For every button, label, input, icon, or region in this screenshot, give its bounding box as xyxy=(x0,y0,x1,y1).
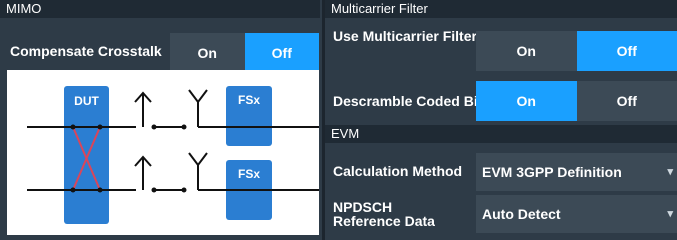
descramble-coded-bits-toggle[interactable]: On Off xyxy=(476,81,677,121)
use-multicarrier-filter-off-option[interactable]: Off xyxy=(576,31,677,71)
mimo-diagram-svg: DUT FSx FSx xyxy=(27,86,319,224)
antenna-top-head xyxy=(188,89,208,104)
use-multicarrier-filter-on-option[interactable]: On xyxy=(476,31,577,71)
npdsch-label-line2: Reference Data xyxy=(333,213,435,229)
chevron-down-icon: ▾ xyxy=(667,166,673,178)
compensate-crosstalk-off-option[interactable]: Off xyxy=(244,33,319,73)
multicarrier-header-label: Multicarrier Filter xyxy=(331,1,428,16)
evm-panel-header: EVM xyxy=(325,125,677,143)
antenna-bottom-head xyxy=(188,152,208,167)
descramble-coded-bits-label: Descramble Coded Bits xyxy=(333,93,491,109)
panel-divider xyxy=(322,0,325,240)
node-top-1 xyxy=(70,124,76,130)
switch-dot-top-2 xyxy=(181,124,187,130)
use-multicarrier-filter-label: Use Multicarrier Filter xyxy=(333,28,477,44)
npdsch-reference-data-dropdown[interactable]: Auto Detect ▾ xyxy=(476,195,677,233)
dut-label: DUT xyxy=(74,94,99,108)
compensate-crosstalk-label: Compensate Crosstalk xyxy=(10,43,162,59)
mimo-panel-header: MIMO xyxy=(0,0,320,18)
compensate-crosstalk-toggle[interactable]: On Off xyxy=(170,33,319,73)
mimo-crosstalk-diagram: DUT FSx FSx xyxy=(7,70,319,235)
calculation-method-label: Calculation Method xyxy=(333,163,463,179)
evm-header-label: EVM xyxy=(331,126,360,141)
use-multicarrier-filter-toggle[interactable]: On Off xyxy=(476,31,677,71)
chevron-down-icon: ▾ xyxy=(667,208,673,220)
fsx-label-2: FSx xyxy=(238,167,260,181)
descramble-coded-bits-off-option[interactable]: Off xyxy=(576,81,677,121)
calculation-method-value: EVM 3GPP Definition xyxy=(482,164,622,180)
npdsch-reference-data-label: NPDSCH Reference Data xyxy=(333,200,435,228)
calculation-method-dropdown[interactable]: EVM 3GPP Definition ▾ xyxy=(476,153,677,191)
multicarrier-panel-header: Multicarrier Filter xyxy=(325,0,677,18)
mimo-header-label: MIMO xyxy=(6,1,42,16)
node-top-2 xyxy=(97,124,103,130)
switch-dot-bottom-2 xyxy=(181,187,187,193)
node-bottom-2 xyxy=(97,187,103,193)
compensate-crosstalk-on-option[interactable]: On xyxy=(170,33,245,73)
node-bottom-1 xyxy=(70,187,76,193)
fsx-label-1: FSx xyxy=(238,93,260,107)
npdsch-label-line1: NPDSCH xyxy=(333,199,393,215)
npdsch-reference-data-value: Auto Detect xyxy=(482,206,561,222)
descramble-coded-bits-on-option[interactable]: On xyxy=(476,81,577,121)
